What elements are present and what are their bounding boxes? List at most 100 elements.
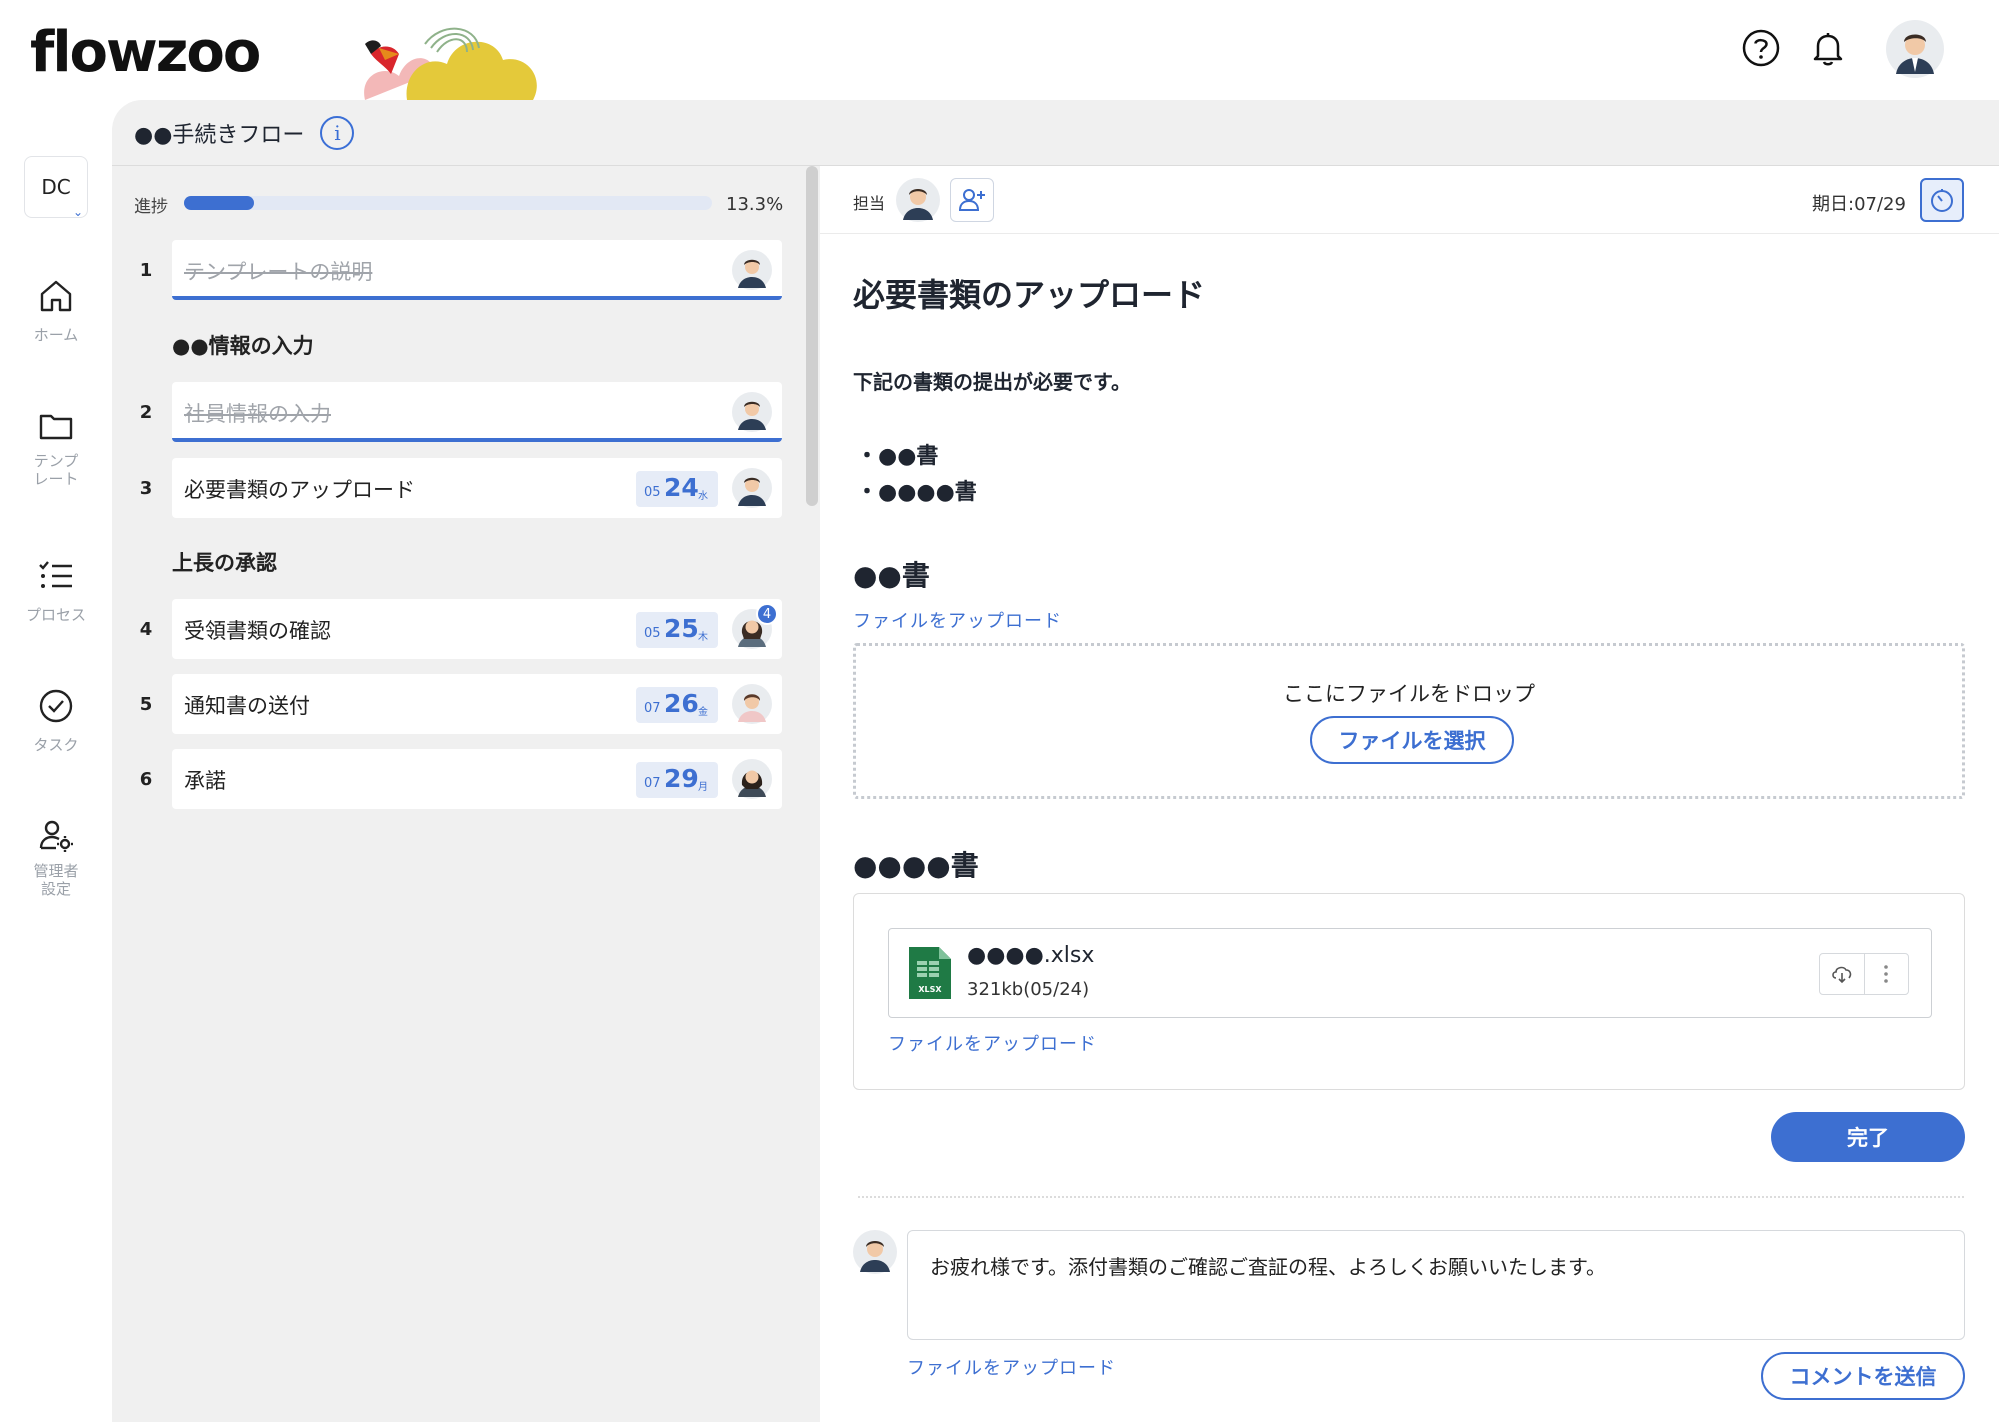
due-date-badge: 05 25 木 [636, 612, 718, 648]
progress-label: 進捗 [134, 197, 168, 217]
step-title: 通知書の送付 [184, 694, 310, 718]
flow-title: ●●手続きフロー i [134, 116, 355, 150]
progress-value: 13.3% [726, 194, 784, 215]
nav-template[interactable]: テンプ レート [0, 406, 112, 488]
assignee-avatar [732, 684, 772, 724]
due-day: 25 [664, 614, 699, 643]
step-title: 社員情報の入力 [184, 402, 331, 426]
comment-input[interactable]: お疲れ様です。添付書類のご確認ご査証の程、よろしくお願いいたします。 [907, 1230, 1965, 1340]
nav-admin-label-1: 管理者 [33, 862, 79, 880]
file-name: ●●●●.xlsx [967, 943, 1095, 968]
assignee-avatar [732, 392, 772, 432]
due-weekday: 木 [698, 632, 708, 643]
step-item-template-description[interactable]: テンプレートの説明 [172, 240, 782, 300]
folder-icon [39, 414, 73, 440]
nav-task-label: タスク [33, 736, 79, 754]
workspace-switcher[interactable]: DC ⌄ [24, 156, 88, 219]
info-icon[interactable]: i [320, 116, 355, 150]
step-item-send-notice[interactable]: 通知書の送付 07 26 金 [172, 674, 782, 734]
step-title: 受領書類の確認 [184, 619, 331, 643]
home-icon [40, 280, 72, 312]
step-item-document-upload[interactable]: 必要書類のアップロード 05 24 水 [172, 458, 782, 518]
uploaded-files-container: XLSX ●●●●.xlsx 321kb(05/24) ファイルをアップロード [853, 893, 1965, 1090]
due-date-badge: 05 24 水 [636, 471, 718, 507]
due-weekday: 水 [698, 491, 708, 502]
due-day: 29 [664, 764, 699, 793]
send-comment-button[interactable]: コメントを送信 [1761, 1352, 1965, 1400]
timer-icon [1931, 189, 1953, 212]
due-day: 24 [664, 473, 699, 502]
due-weekday: 金 [698, 707, 708, 718]
due-month: 05 [644, 485, 661, 500]
progress-bar [184, 196, 712, 210]
toucan-mascot-illustration [364, 27, 537, 100]
progress-bar-fill [184, 196, 255, 210]
step-item-employee-info[interactable]: 社員情報の入力 [172, 382, 782, 442]
step-title: テンプレートの説明 [184, 260, 373, 284]
assignee-avatar [732, 250, 772, 290]
section-title: 上長の承認 [172, 551, 277, 575]
file-meta: 321kb(05/24) [967, 979, 1090, 1000]
step-number: 1 [139, 260, 153, 281]
section-title: ●●情報の入力 [172, 334, 314, 358]
download-icon[interactable] [1820, 954, 1864, 994]
complete-button[interactable]: 完了 [1771, 1112, 1965, 1162]
chevron-down-icon: ⌄ [72, 205, 83, 219]
nav-process[interactable]: プロセス [0, 556, 112, 624]
step-number: 2 [139, 402, 153, 423]
comment-upload-file-link[interactable]: ファイルをアップロード [907, 1354, 1116, 1380]
notification-bell-icon[interactable] [1804, 24, 1852, 72]
due-date: 期日:07/29 [1812, 194, 1906, 215]
due-month: 07 [644, 701, 661, 716]
user-avatar[interactable] [1886, 20, 1944, 78]
list-check-icon [39, 561, 72, 588]
due-date-badge: 07 26 金 [636, 687, 718, 723]
step-item-confirm-documents[interactable]: 受領書類の確認 05 25 木 4 [172, 599, 782, 659]
assignee-avatar [732, 468, 772, 508]
nav-home[interactable]: ホーム [0, 276, 112, 344]
step-number: 6 [139, 769, 153, 790]
file-type-label: XLSX [918, 985, 942, 994]
step-number: 4 [139, 619, 153, 640]
app-logo[interactable]: flowzoo [30, 20, 261, 85]
comment-text: お疲れ様です。添付書類のご確認ご査証の程、よろしくお願いいたします。 [930, 1255, 1606, 1279]
more-options-icon[interactable] [1863, 954, 1909, 994]
step-number: 3 [139, 478, 153, 499]
assignee-avatar[interactable] [896, 178, 940, 222]
upload-file-link[interactable]: ファイルをアップロード [888, 1030, 1097, 1056]
document-heading: ●●●●書 [853, 849, 979, 882]
nav-admin[interactable]: 管理者 設定 [0, 816, 112, 898]
due-date-button[interactable] [1920, 178, 1964, 222]
uploaded-file-item[interactable]: XLSX ●●●●.xlsx 321kb(05/24) [888, 928, 1932, 1018]
assignee-label: 担当 [853, 194, 886, 213]
step-title: 必要書類のアップロード [184, 478, 415, 502]
app-header: flowzoo [0, 0, 1999, 100]
flow-title-text: ●●手続きフロー [134, 123, 305, 148]
workspace-code: DC [41, 175, 71, 199]
file-dropzone[interactable]: ここにファイルをドロップ ファイルを選択 [853, 643, 1965, 799]
task-title: 必要書類のアップロード [853, 276, 1206, 314]
help-icon[interactable] [1737, 24, 1785, 72]
document-heading: ●●書 [853, 559, 930, 592]
due-month: 07 [644, 776, 661, 791]
due-day: 26 [664, 689, 699, 718]
commenter-avatar [853, 1230, 897, 1274]
select-file-button[interactable]: ファイルを選択 [1310, 716, 1514, 764]
due-date-badge: 07 29 月 [636, 762, 718, 798]
add-assignee-button[interactable] [950, 178, 994, 222]
due-weekday: 月 [698, 782, 708, 793]
upload-file-link[interactable]: ファイルをアップロード [853, 607, 1062, 633]
nav-admin-label-2: 設定 [40, 880, 71, 898]
required-doc-item: ・●●●●書 [856, 480, 977, 505]
step-list-scrollbar[interactable] [806, 166, 818, 506]
assignee-avatar [732, 759, 772, 799]
step-item-approval[interactable]: 承諾 07 29 月 [172, 749, 782, 809]
nav-task[interactable]: タスク [0, 686, 112, 754]
nav-process-label: プロセス [25, 606, 86, 624]
file-actions [1819, 953, 1909, 995]
step-title: 承諾 [184, 769, 226, 793]
step-number: 5 [139, 694, 153, 715]
due-month: 05 [644, 626, 661, 641]
add-user-icon [958, 189, 985, 211]
check-circle-icon [39, 689, 73, 723]
